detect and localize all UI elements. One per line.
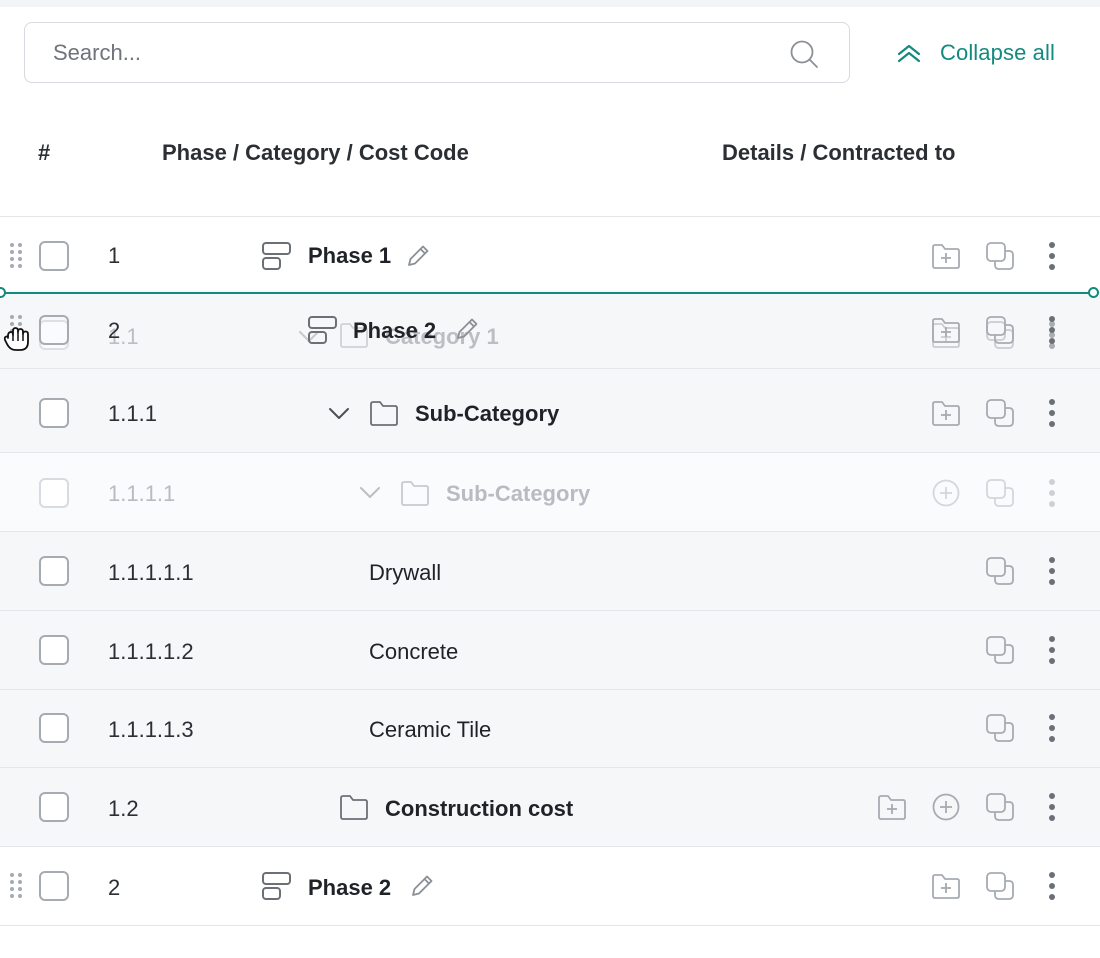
more-icon[interactable]: [1047, 556, 1057, 586]
row-checkbox[interactable]: [39, 871, 69, 901]
row-checkbox[interactable]: [39, 635, 69, 665]
row-checkbox[interactable]: [39, 713, 69, 743]
row-label: Ceramic Tile: [369, 717, 492, 742]
row-number: 1.1.1.1.2: [108, 639, 194, 664]
phase-icon: [261, 871, 293, 901]
table-row-sub-category[interactable]: 1.1.1 Sub-Category: [0, 369, 1100, 453]
pencil-icon[interactable]: [454, 316, 480, 342]
copy-icon[interactable]: [985, 398, 1015, 428]
pencil-icon[interactable]: [405, 243, 431, 269]
more-icon[interactable]: [1047, 241, 1057, 271]
row-label: Phase 1: [308, 243, 392, 268]
row-checkbox[interactable]: [39, 556, 69, 586]
chevron-down-icon[interactable]: [328, 407, 350, 421]
copy-icon[interactable]: [985, 871, 1015, 901]
copy-icon[interactable]: [985, 478, 1015, 508]
row-checkbox[interactable]: [39, 315, 69, 345]
row-label: Sub-Category: [415, 401, 560, 426]
add-folder-icon[interactable]: [931, 398, 961, 428]
dragged-row-phase-2[interactable]: 2 Phase 2: [0, 300, 1100, 360]
copy-icon[interactable]: [985, 713, 1015, 743]
more-icon[interactable]: [1047, 713, 1057, 743]
drop-indicator-end: [1088, 287, 1099, 298]
search-icon[interactable]: [789, 39, 819, 69]
search-box[interactable]: [24, 22, 850, 83]
search-input[interactable]: [53, 35, 773, 71]
add-folder-icon[interactable]: [877, 792, 907, 822]
more-icon[interactable]: [1047, 478, 1057, 508]
row-number: 1.1.1: [108, 401, 157, 426]
row-label: Construction cost: [385, 796, 574, 821]
table-row-ceramic-tile[interactable]: 1.1.1.1.3 Ceramic Tile: [0, 690, 1100, 768]
drag-handle-icon[interactable]: [9, 242, 23, 268]
chevrons-up-icon: [897, 44, 921, 63]
collapse-all-button[interactable]: Collapse all: [896, 36, 1055, 70]
table-row-sub-category-nested[interactable]: 1.1.1.1 Sub-Category: [0, 453, 1100, 532]
row-label: Concrete: [369, 639, 459, 664]
column-name: Phase / Category / Cost Code: [162, 140, 469, 165]
row-label: Drywall: [369, 560, 442, 585]
folder-icon: [400, 479, 430, 507]
folder-icon: [339, 793, 369, 821]
row-number: 1: [108, 243, 121, 268]
row-label: Phase 2: [353, 318, 437, 343]
grab-cursor-icon: [3, 327, 29, 351]
more-icon[interactable]: [1047, 871, 1057, 901]
row-number: 2: [108, 875, 121, 900]
table-row-construction-cost[interactable]: 1.2 Construction cost: [0, 768, 1100, 847]
row-checkbox[interactable]: [39, 478, 69, 508]
row-number: 1.1.1.1.1: [108, 560, 194, 585]
table-row-concrete[interactable]: 1.1.1.1.2 Concrete: [0, 611, 1100, 690]
drop-indicator-line: [2, 292, 1094, 294]
row-checkbox[interactable]: [39, 792, 69, 822]
column-number: #: [38, 140, 51, 165]
copy-icon[interactable]: [985, 315, 1015, 345]
pencil-icon[interactable]: [409, 873, 435, 899]
more-icon[interactable]: [1047, 398, 1057, 428]
row-number: 2: [108, 318, 121, 343]
top-strip: [0, 0, 1100, 7]
row-number: 1.2: [108, 796, 139, 821]
more-icon[interactable]: [1047, 635, 1057, 665]
row-label: Phase 2: [308, 875, 392, 900]
copy-icon[interactable]: [985, 556, 1015, 586]
more-icon[interactable]: [1047, 792, 1057, 822]
table-row-drywall[interactable]: 1.1.1.1.1 Drywall: [0, 532, 1100, 611]
chevron-down-icon[interactable]: [359, 486, 381, 500]
copy-icon[interactable]: [985, 241, 1015, 271]
more-icon[interactable]: [1047, 315, 1057, 345]
add-folder-icon[interactable]: [931, 315, 961, 345]
row-number: 1.1.1.1: [108, 481, 176, 506]
phase-icon: [307, 315, 339, 345]
row-number: 1.1.1.1.3: [108, 717, 194, 742]
add-item-icon[interactable]: [931, 792, 961, 822]
row-checkbox[interactable]: [39, 241, 69, 271]
drag-handle-icon[interactable]: [9, 872, 23, 898]
collapse-all-label: Collapse all: [940, 40, 1055, 65]
add-folder-icon[interactable]: [931, 871, 961, 901]
phase-icon: [261, 241, 293, 271]
table-header: # Phase / Category / Cost Code Details /…: [0, 110, 1100, 217]
table-row-phase-2[interactable]: 2 Phase 2: [0, 847, 1100, 926]
column-details: Details / Contracted to: [722, 140, 956, 165]
copy-icon[interactable]: [985, 792, 1015, 822]
folder-icon: [369, 399, 399, 427]
copy-icon[interactable]: [985, 635, 1015, 665]
add-item-icon[interactable]: [931, 478, 961, 508]
table-row-phase-1[interactable]: 1 Phase 1: [0, 217, 1100, 293]
row-label: Sub-Category: [446, 481, 591, 506]
add-folder-icon[interactable]: [931, 241, 961, 271]
row-checkbox[interactable]: [39, 398, 69, 428]
